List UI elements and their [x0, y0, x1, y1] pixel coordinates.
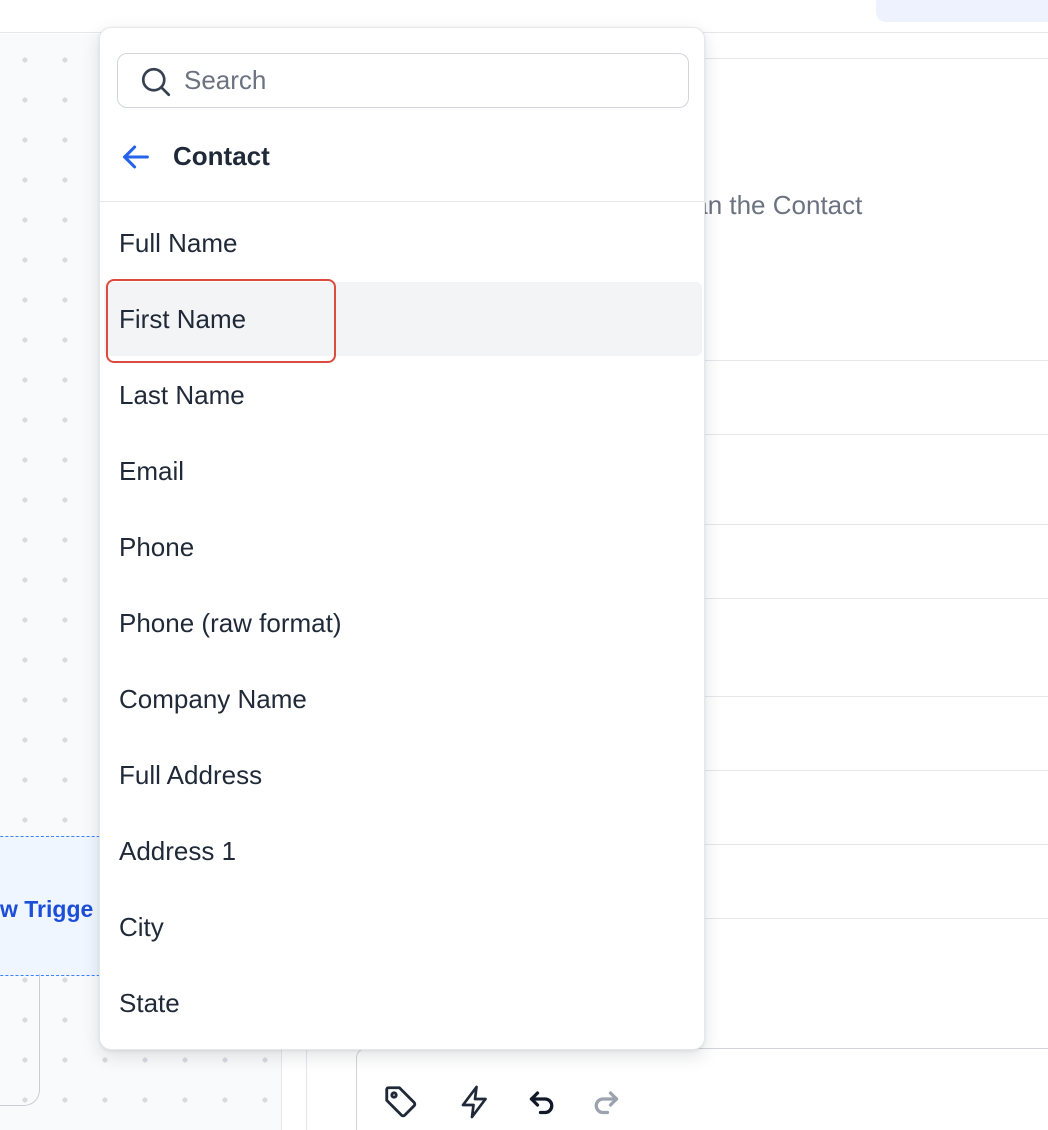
dropdown-divider [100, 201, 704, 202]
field-divider [700, 696, 1048, 697]
tag-icon[interactable] [381, 1082, 421, 1122]
option-email[interactable]: Email [104, 434, 702, 508]
undo-icon[interactable] [522, 1082, 562, 1122]
field-divider [700, 770, 1048, 771]
option-full-name[interactable]: Full Name [104, 206, 702, 280]
search-input[interactable] [184, 54, 674, 106]
option-first-name[interactable]: First Name [104, 282, 702, 356]
lightning-icon[interactable] [455, 1082, 495, 1122]
redo-icon[interactable] [586, 1082, 626, 1122]
node-connector [0, 974, 40, 1106]
option-company-name[interactable]: Company Name [104, 662, 702, 736]
category-title: Contact [173, 141, 270, 171]
option-full-address[interactable]: Full Address [104, 738, 702, 812]
workflow-editor: w Trigge on eone other than the Contact [0, 0, 1048, 1130]
field-divider [700, 598, 1048, 599]
option-phone-raw-format[interactable]: Phone (raw format) [104, 586, 702, 660]
search-box[interactable] [117, 53, 689, 108]
back-to-categories[interactable]: Contact [100, 128, 704, 184]
option-city[interactable]: City [104, 890, 702, 964]
custom-values-dropdown: Contact Full NameFirst NameLast NameEmai… [99, 27, 705, 1050]
search-icon [138, 64, 174, 100]
field-divider [700, 844, 1048, 845]
option-last-name[interactable]: Last Name [104, 358, 702, 432]
option-state[interactable]: State [104, 966, 702, 1040]
top-bar-pill[interactable] [876, 0, 1048, 22]
field-divider [700, 434, 1048, 435]
option-address-1[interactable]: Address 1 [104, 814, 702, 888]
field-divider [700, 918, 1048, 919]
field-divider [700, 360, 1048, 361]
arrow-left-icon[interactable] [119, 140, 153, 174]
add-trigger-label[interactable]: w Trigge [0, 896, 93, 922]
option-phone[interactable]: Phone [104, 510, 702, 584]
field-divider [700, 524, 1048, 525]
